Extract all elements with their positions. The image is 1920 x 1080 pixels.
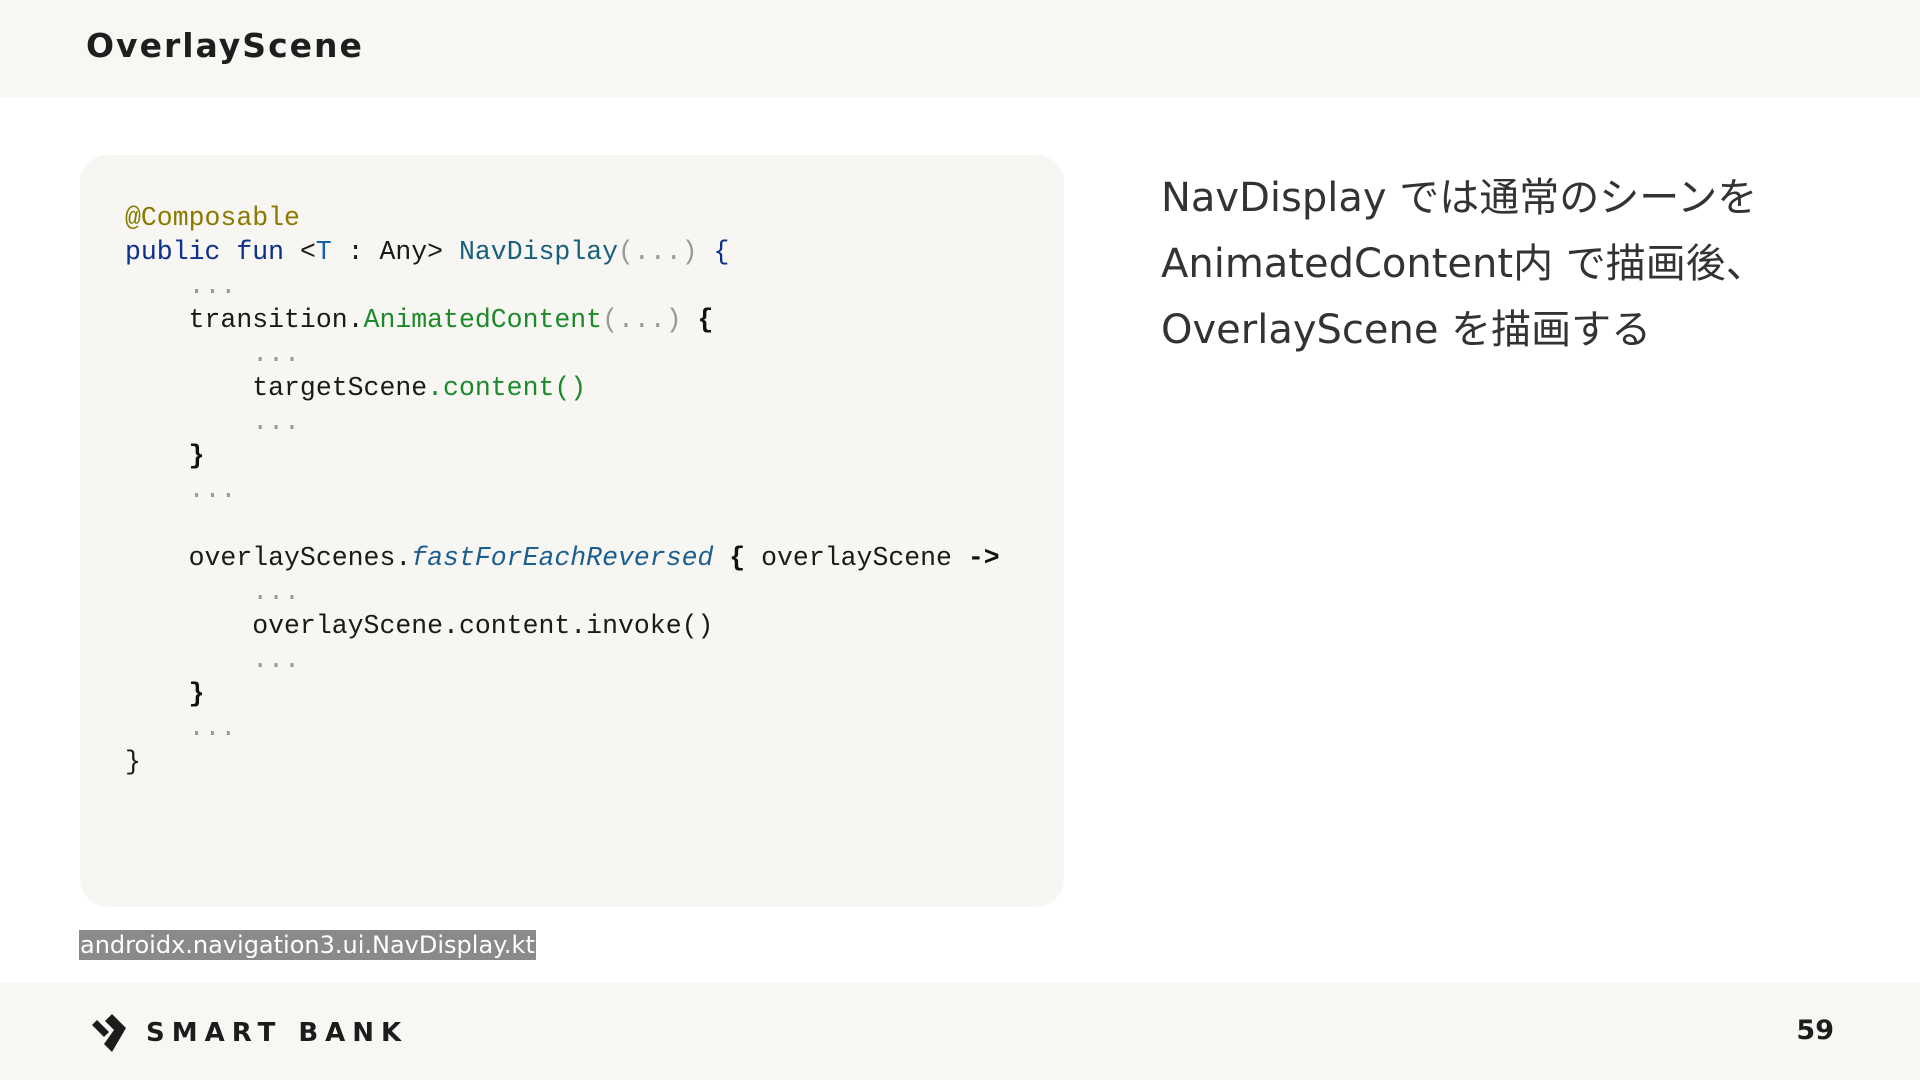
code-token: } [125, 747, 141, 777]
code-token: fun [236, 237, 285, 267]
code-token: ... [252, 339, 300, 369]
description: NavDisplay では通常のシーンを AnimatedContent内 で描… [1161, 165, 1881, 363]
code-token: { [713, 543, 762, 573]
code-token: ... [188, 271, 237, 301]
code-line: ... [125, 405, 1000, 439]
code-token: overlayScene.content.invoke() [125, 611, 714, 641]
smartbank-logo-icon [92, 1014, 126, 1052]
brand-name: SMART BANK [146, 1018, 409, 1048]
code-token: overlayScene [761, 543, 968, 573]
code-token: : Any> [331, 237, 459, 267]
code-token: (...) [602, 305, 682, 335]
code-token: } [188, 441, 205, 471]
code-token: AnimatedContent [363, 305, 603, 335]
slide-header: OverlayScene [0, 0, 1920, 97]
code-line: ... [125, 575, 1000, 609]
description-line: AnimatedContent内 で描画後、 [1161, 241, 1766, 287]
code-token: -> [967, 543, 1000, 573]
slide-title: OverlayScene [86, 26, 364, 65]
code-token: } [188, 679, 205, 709]
code-line: ... [125, 643, 1000, 677]
code-line: overlayScenes.fastForEachReversed { over… [125, 541, 1000, 575]
code-line: } [125, 745, 1000, 779]
code-line: transition.AnimatedContent(...) { [125, 303, 1000, 337]
code-token: ... [188, 475, 237, 505]
code-token: ... [188, 713, 237, 743]
code-token: { [697, 237, 730, 267]
code-token: targetScene [125, 373, 428, 403]
code-token: fastForEachReversed [411, 543, 714, 573]
code-line: } [125, 677, 1000, 711]
code-token: ... [252, 645, 300, 675]
code-token: { [681, 305, 714, 335]
code-token: (...) [618, 237, 698, 267]
code-token: overlayScenes. [125, 543, 412, 573]
code-token: < [284, 237, 316, 267]
code-line: @Composable [125, 201, 1000, 235]
description-line: OverlayScene を描画する [1161, 307, 1652, 353]
code-block: @Composable public fun <T : Any> NavDispl… [125, 201, 1000, 779]
code-line: ... [125, 711, 1000, 745]
description-line: NavDisplay では通常のシーンを [1161, 175, 1758, 221]
code-line: public fun <T : Any> NavDisplay(...) { [125, 235, 1000, 269]
code-token: ... [252, 577, 300, 607]
code-token: @Composable [125, 203, 300, 233]
code-token: .content() [427, 373, 587, 403]
code-token: public [125, 237, 221, 267]
code-line: ... [125, 473, 1000, 507]
code-token: transition. [125, 305, 364, 335]
code-token: T [315, 237, 332, 267]
brand-logo: SMART BANK [90, 1012, 408, 1054]
code-line: } [125, 439, 1000, 473]
page-number: 59 [1796, 1015, 1834, 1046]
code-line: overlayScene.content.invoke() [125, 609, 1000, 643]
source-file-label: androidx.navigation3.ui.NavDisplay.kt [79, 930, 536, 960]
code-line: ... [125, 337, 1000, 371]
code-line: ... [125, 269, 1000, 303]
code-line: targetScene.content() [125, 371, 1000, 405]
code-token: NavDisplay [459, 237, 619, 267]
code-token: ... [252, 407, 300, 437]
